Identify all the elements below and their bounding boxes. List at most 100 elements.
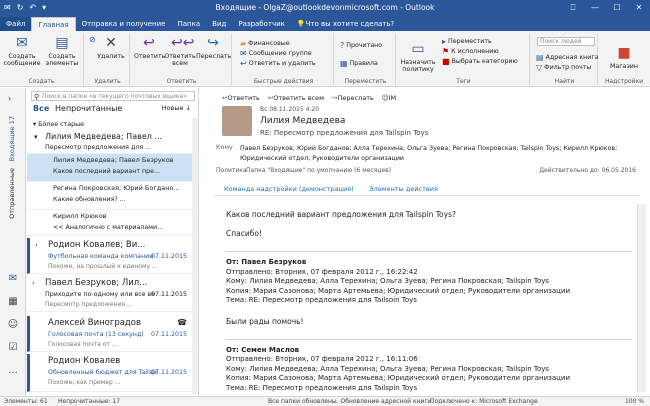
delete-button[interactable]: ✕ Удалить [96, 35, 126, 60]
status-bar: Элементы: 61 Непрочитанные: 17 Все папки… [0, 396, 650, 406]
nav-sent[interactable]: Отправленные [8, 168, 16, 219]
flag-icon: ⚑ [442, 47, 450, 56]
quick-step-finance[interactable]: ▰ Финансовые [240, 39, 290, 48]
addin-tab[interactable]: Команда надстройки (демонстрация) [224, 185, 354, 193]
group-label: Удалить [94, 78, 121, 85]
list-item[interactable]: › Павел Безруков; Лил... Приходите по-од… [27, 276, 199, 312]
policy-expires: Действительно до: 06.05.2016 [539, 167, 636, 174]
recipients[interactable]: Павел Безруков; Юрий Богданов; Алла Тере… [240, 144, 635, 164]
tab-folder[interactable]: Папка [171, 17, 206, 31]
expand-conversation-icon[interactable]: › [35, 241, 38, 249]
message-subject: Приходите по-одному или все вме... [45, 291, 155, 298]
filter-all[interactable]: Все [33, 104, 49, 113]
minimize-button[interactable]: — [584, 0, 606, 16]
new-items-button[interactable]: ▤ Создать элементы [42, 35, 82, 67]
address-book-icon: ▤ [536, 53, 544, 62]
list-item[interactable]: Кирилл Крюков << Аналогично с материалам… [27, 210, 199, 236]
forward-inline-button[interactable]: ↪Переслать [332, 94, 374, 102]
message-preview: Голосовая почта от ... [48, 341, 118, 348]
close-button[interactable]: ✕ [628, 0, 650, 16]
new-email-button[interactable]: ✉ Создать сообщение [2, 35, 42, 67]
quoted-header: От: Семен Маслов Отправлено: Вторник, 07… [226, 338, 632, 394]
tab-send-receive[interactable]: Отправка и получение [76, 17, 172, 31]
tab-home[interactable]: Главная [31, 17, 76, 31]
nav-inbox[interactable]: Входящие 17 [8, 116, 16, 161]
im-icon: ☺ [381, 94, 389, 102]
folder-icon: ▰ [240, 39, 247, 48]
more-icon[interactable]: ··· [6, 368, 20, 380]
rules-button[interactable]: ▦ Правила [340, 59, 378, 68]
delete-icon: ✕ [105, 35, 117, 51]
title-bar: ✉ ↻ ↶ ▾ Входящие - OlgaZ@outlookdevonmic… [0, 0, 650, 16]
policy-label: Политика [216, 167, 247, 174]
group-quick-steps: ▰ Финансовые ✉ Сообщение группе ↩ Ответить … [234, 33, 334, 85]
group-header-older[interactable]: ▾ Более старые [33, 121, 84, 128]
expand-conversation-icon[interactable]: › [32, 279, 35, 287]
calendar-icon[interactable]: ▦ [6, 296, 20, 308]
move-button[interactable]: ▸ Переместить [442, 37, 492, 46]
conversation-header[interactable]: ▾ Лилия Медведева; Павел ... Пересмотр п… [27, 130, 199, 154]
collapse-icon[interactable]: ▾ [34, 133, 38, 141]
quoted-header: От: Павел Безруков Отправлено: Вторник, … [226, 251, 632, 306]
zoom-level[interactable]: 100 % [625, 398, 644, 405]
maximize-button[interactable]: ☐ [606, 0, 628, 16]
list-item[interactable]: Алексей Виноградов Голосовая почта (13 с… [27, 316, 199, 352]
group-respond: ↩ Ответить ↩↩ Ответить всем ↪ Переслать Отв… [132, 33, 232, 85]
sort-dropdown[interactable]: Новые ↓ [162, 104, 191, 112]
message-from: Родион Ковалев [48, 356, 121, 366]
inline-actions: ↩Ответить ↩Ответить всем ↪Переслать ☺IM [222, 94, 396, 102]
search-people-input[interactable]: Поиск людей [537, 37, 595, 46]
policy-icon: ▭ [411, 41, 425, 57]
store-button[interactable]: ■ Магазин [606, 45, 642, 70]
message-from: Регина Покровская; Юрий Богдано... [53, 184, 180, 192]
group-label: Быстрые действия [253, 78, 314, 85]
ignore-button[interactable]: ⊘ [89, 35, 96, 44]
filter-email-button[interactable]: ▽ Фильтр почты [536, 63, 591, 72]
body-thanks: Спасибо! [226, 229, 262, 238]
list-item[interactable]: Регина Покровская; Юрий Богдано... Какие… [27, 182, 199, 210]
action-items-tab[interactable]: Элементы действия [369, 185, 438, 193]
list-scrollbar[interactable] [192, 118, 198, 394]
categorize-button[interactable]: ■ Выбрать категорию [442, 57, 518, 66]
reading-pane: ↩Ответить ↩Ответить всем ↪Переслать ☺IM … [200, 88, 646, 396]
read-button[interactable]: ? Прочитано [340, 41, 382, 50]
im-button[interactable]: ☺IM [382, 94, 396, 102]
reply-button[interactable]: ↩ Ответить [134, 35, 165, 60]
search-mailbox-input[interactable]: Поиск в папке «в текущего почтовых ящика… [31, 91, 195, 101]
message-date: 07.11.2015 [150, 331, 187, 338]
list-item[interactable]: Родион Ковалев Обновленный бюджет для Ta… [27, 354, 199, 392]
reply-inline-button[interactable]: ↩Ответить [222, 94, 260, 102]
to-label: Кому [216, 144, 233, 151]
list-item[interactable]: › Родион Ковалев; Ви... Футбольная коман… [27, 238, 199, 274]
reply-all-button[interactable]: ↩↩ Ответить всем [164, 35, 196, 67]
tell-me-input[interactable]: 💡Что вы хотите сделать? [291, 17, 400, 31]
quoted-cc: Копия: Мария Сазонова; Марта Артемьева; … [226, 374, 571, 382]
reading-scrollbar[interactable] [637, 204, 646, 392]
tab-file[interactable]: Файл [0, 17, 32, 31]
ignore-icon: ⊘ [89, 35, 96, 44]
tab-view[interactable]: Вид [206, 17, 232, 31]
tasks-icon[interactable]: ☑ [6, 342, 20, 354]
people-icon[interactable]: ☺ [6, 319, 20, 331]
filter-unread[interactable]: Непрочитанные [55, 104, 122, 113]
ribbon-display-button[interactable]: ⎕ [562, 0, 584, 16]
message-subject: Футбольная команда компании [48, 253, 154, 260]
quick-step-team[interactable]: ✉ Сообщение группе [240, 49, 312, 58]
group-delete: ⊘ ✕ Удалить Удалить [86, 33, 130, 85]
expand-icon[interactable]: › [8, 94, 11, 103]
message-subject: Голосовая почта (13 секунд) [48, 331, 144, 338]
list-item[interactable]: Лилия Медведева; Павел Безруков Каков по… [27, 154, 199, 182]
mail-icon[interactable]: ✉ [6, 273, 20, 285]
message-subject: Обновленный бюджет для Tailspin [48, 369, 158, 376]
quick-step-reply-delete[interactable]: ↩ Ответить и удалить [240, 59, 316, 68]
to-do-button[interactable]: ⚑ К исполнению [442, 47, 499, 56]
sender-name[interactable]: Лилия Медведева [260, 116, 345, 126]
body-question: Каков последний вариант предложения для … [226, 210, 456, 219]
message-preview: Похоже, на прошлый к единому ... [48, 263, 158, 270]
reply-all-inline-button[interactable]: ↩Ответить всем [268, 94, 324, 102]
address-book-button[interactable]: ▤ Адресная книга [536, 53, 599, 62]
assign-policy-button[interactable]: ▭ Назначить политику [400, 41, 436, 73]
tab-developer[interactable]: Разработчик [232, 17, 291, 31]
forward-button[interactable]: ↪ Переслать [196, 35, 231, 60]
message-date: 07.11.2015 [150, 369, 187, 376]
